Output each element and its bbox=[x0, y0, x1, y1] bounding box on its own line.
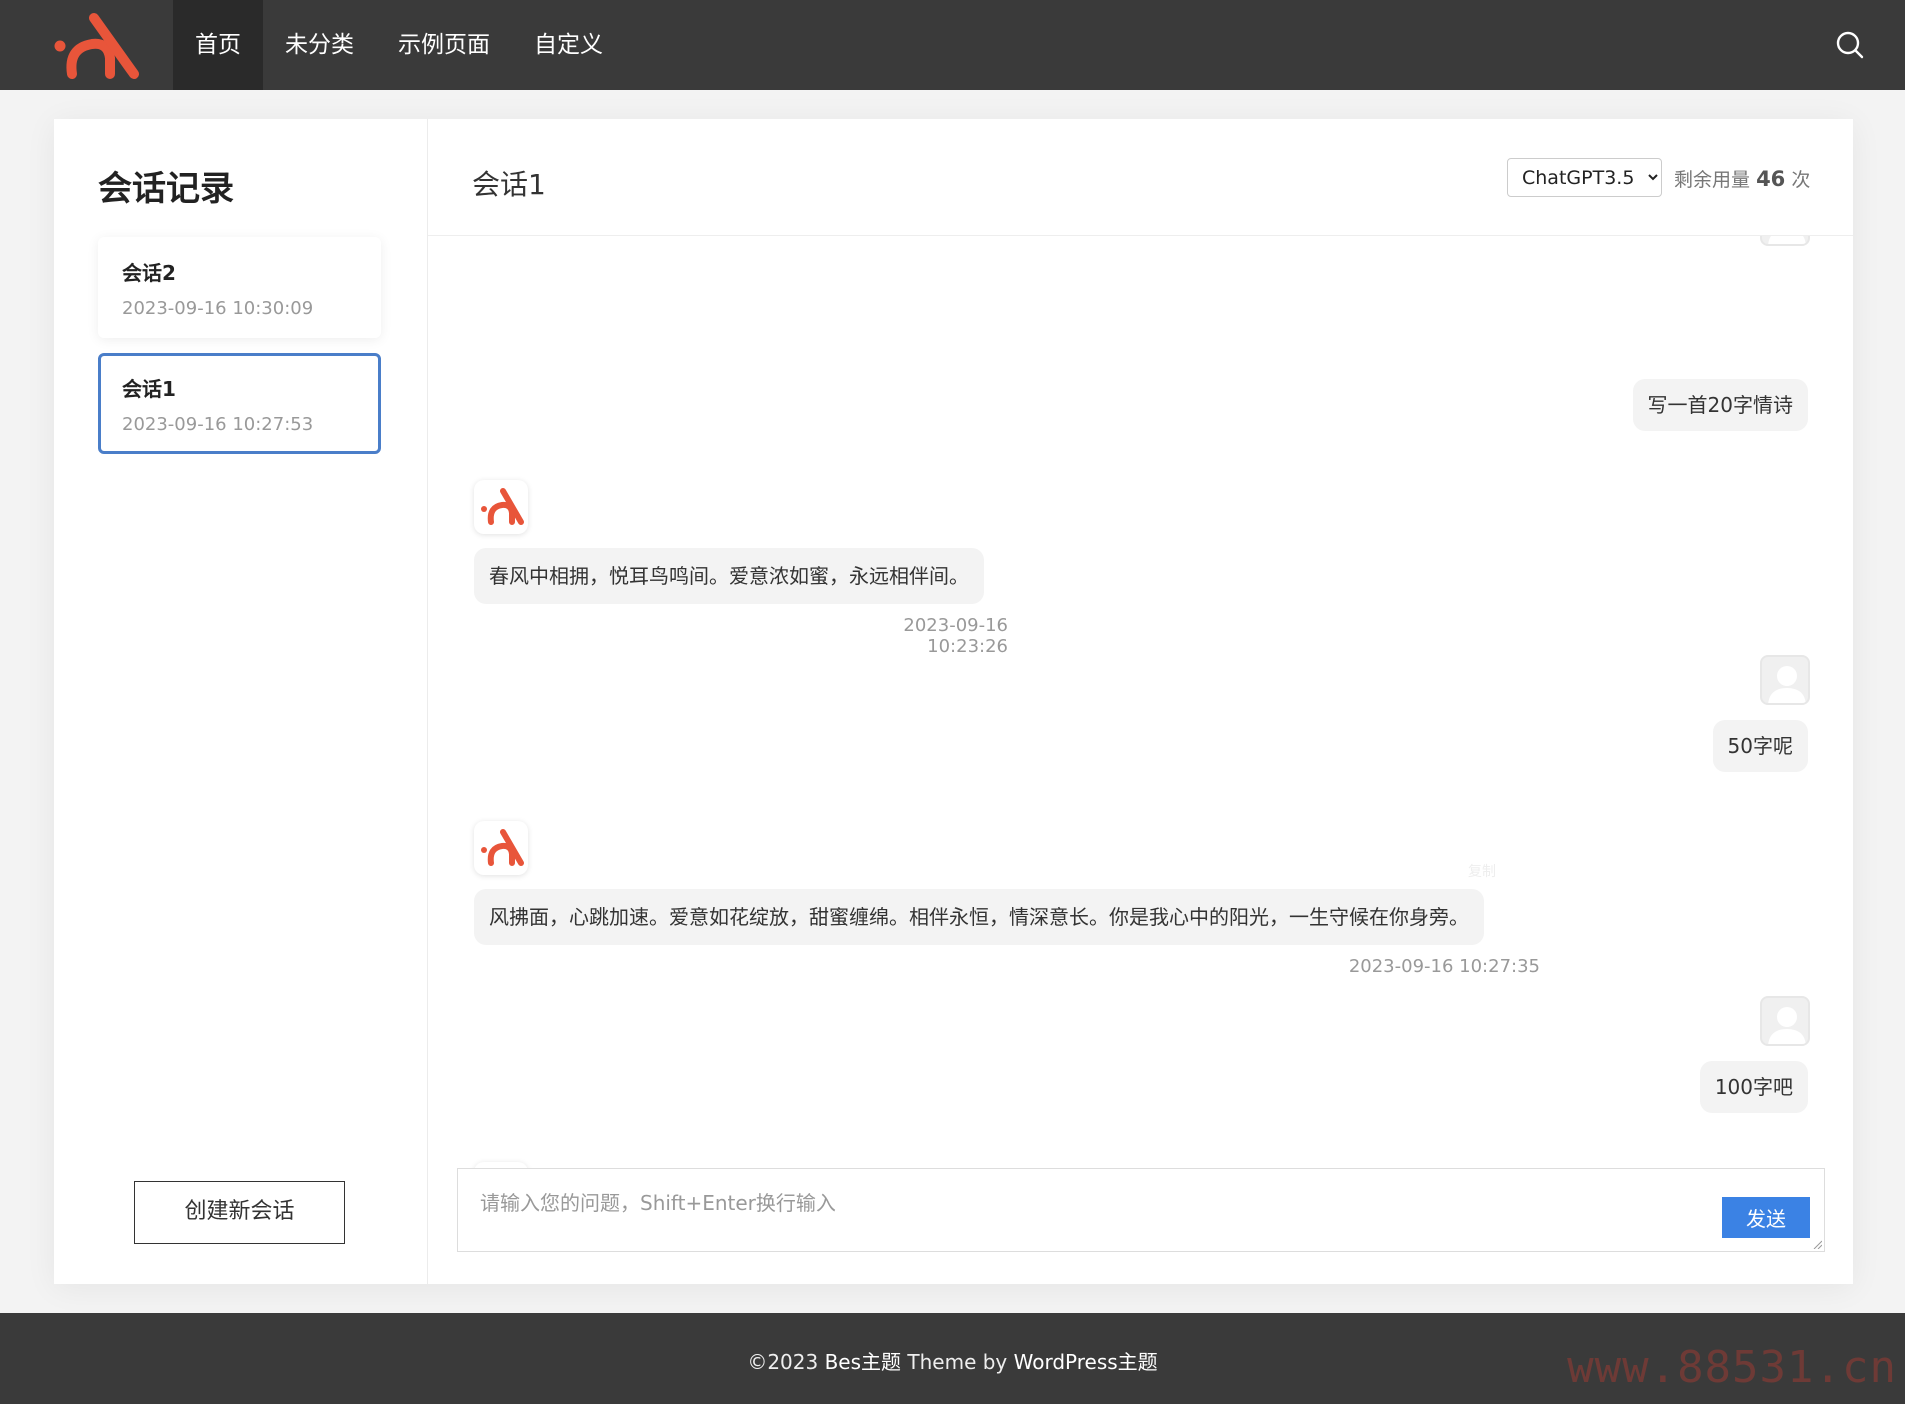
user-message: 写一首20字情诗 bbox=[1632, 379, 1808, 431]
sidebar-title: 会话记录 bbox=[98, 169, 234, 209]
main-nav: 首页 未分类 示例页面 自定义 bbox=[173, 0, 625, 90]
model-select[interactable]: ChatGPT3.5 bbox=[1507, 158, 1662, 197]
copy-button[interactable]: 复制 bbox=[1468, 861, 1496, 881]
session-sidebar: 会话记录 会话2 2023-09-16 10:30:09 会话1 2023-09… bbox=[54, 119, 428, 1284]
message-timestamp: 2023-09-16 10:23:26 bbox=[903, 615, 1008, 657]
nav-item-custom[interactable]: 自定义 bbox=[512, 0, 625, 90]
send-button[interactable]: 发送 bbox=[1722, 1197, 1810, 1238]
chat-panel: 会话1 ChatGPT3.5 剩余用量 46 次 写一首20字情诗 春风中相拥，… bbox=[428, 119, 1853, 1284]
nav-item-home[interactable]: 首页 bbox=[173, 0, 263, 90]
session-time: 2023-09-16 10:27:53 bbox=[122, 414, 314, 435]
user-avatar bbox=[1760, 655, 1810, 705]
session-time: 2023-09-16 10:30:09 bbox=[122, 298, 314, 319]
watermark: www.88531.cn bbox=[1567, 1342, 1897, 1393]
top-navbar: 首页 未分类 示例页面 自定义 bbox=[0, 0, 1905, 90]
message-input-placeholder: 请输入您的问题，Shift+Enter换行输入 bbox=[480, 1191, 836, 1215]
assistant-avatar-icon bbox=[474, 821, 528, 875]
nav-item-sample-page[interactable]: 示例页面 bbox=[376, 0, 512, 90]
nav-item-uncategorized[interactable]: 未分类 bbox=[263, 0, 376, 90]
session-title: 会话1 bbox=[122, 377, 176, 401]
user-avatar bbox=[1760, 236, 1810, 246]
footer-wordpress-link[interactable]: WordPress主题 bbox=[1014, 1350, 1158, 1374]
chat-title: 会话1 bbox=[472, 168, 546, 201]
chat-header: 会话1 ChatGPT3.5 剩余用量 46 次 bbox=[428, 119, 1853, 236]
message-list[interactable]: 写一首20字情诗 春风中相拥，悦耳鸟鸣间。爱意浓如蜜，永远相伴间。 2023-0… bbox=[428, 236, 1853, 1168]
quota-prefix: 剩余用量 bbox=[1674, 169, 1751, 191]
footer-copyright: ©2023 bbox=[747, 1350, 819, 1374]
resize-handle-icon[interactable] bbox=[1812, 1239, 1822, 1249]
chat-card: 会话记录 会话2 2023-09-16 10:30:09 会话1 2023-09… bbox=[54, 119, 1853, 1284]
session-title: 会话2 bbox=[122, 261, 176, 285]
site-logo-icon[interactable] bbox=[50, 8, 142, 82]
assistant-message: 风拂面，心跳加速。爱意如花绽放，甜蜜缠绵。相伴永恒，情深意长。你是我心中的阳光，… bbox=[474, 889, 1484, 945]
footer-theme-by: Theme by bbox=[907, 1350, 1008, 1374]
session-item[interactable]: 会话2 2023-09-16 10:30:09 bbox=[98, 237, 381, 338]
user-message: 100字吧 bbox=[1699, 1061, 1808, 1113]
usage-quota: 剩余用量 46 次 bbox=[1674, 165, 1810, 192]
quota-suffix: 次 bbox=[1791, 169, 1811, 191]
quota-count: 46 bbox=[1756, 167, 1786, 191]
search-icon[interactable] bbox=[1833, 28, 1867, 62]
assistant-avatar-icon bbox=[474, 480, 528, 534]
message-timestamp: 2023-09-16 10:27:35 bbox=[1348, 956, 1540, 977]
footer-theme-link[interactable]: Bes主题 bbox=[825, 1350, 901, 1374]
user-message: 50字呢 bbox=[1712, 720, 1808, 772]
assistant-message: 春风中相拥，悦耳鸟鸣间。爱意浓如蜜，永远相伴间。 bbox=[474, 548, 984, 604]
create-session-button[interactable]: 创建新会话 bbox=[134, 1181, 345, 1244]
session-item-active[interactable]: 会话1 2023-09-16 10:27:53 bbox=[98, 353, 381, 454]
message-input[interactable]: 请输入您的问题，Shift+Enter换行输入 发送 bbox=[457, 1168, 1825, 1252]
user-avatar bbox=[1760, 996, 1810, 1046]
